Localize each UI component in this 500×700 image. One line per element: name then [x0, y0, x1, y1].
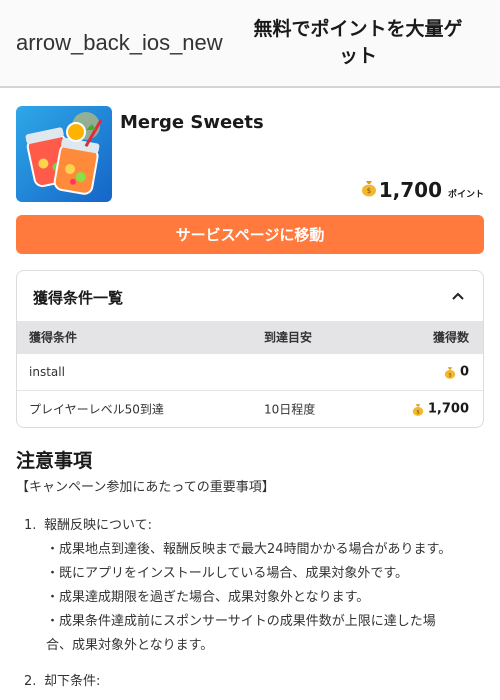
row-condition: install — [29, 365, 65, 379]
item-number: 2. — [24, 674, 37, 689]
list-item: 1. 報酬反映について: ・成果地点到達後、報酬反映まで最大24時間かかる場合が… — [24, 514, 484, 658]
money-bag-icon: $ — [444, 366, 456, 379]
note-bullet: ・成果地点到達後、報酬反映まで最大24時間かかる場合があります。 — [46, 542, 452, 557]
note-bullet: ・成果達成期限を過ぎた場合、成果対象外となります。 — [46, 590, 370, 605]
note-bullet: ・既にアプリをインストールしている場合、成果対象外です。 — [46, 566, 409, 581]
conditions-header[interactable]: 獲得条件一覧 — [17, 271, 483, 321]
svg-text:$: $ — [448, 372, 451, 378]
reward-amount: 1,700 — [378, 178, 442, 202]
table-row: プレイヤーレベル50到達 10日程度 $ 1,700 — [17, 390, 483, 427]
notes-title: 注意事項 — [16, 450, 93, 472]
back-arrow-icon[interactable]: arrow_back_ios_new — [16, 30, 223, 56]
notes-subtitle: 【キャンペーン参加にあたっての重要事項】 — [16, 480, 275, 495]
conditions-title: 獲得条件一覧 — [33, 289, 124, 307]
note-bullet: ・成果条件達成前にスポンサーサイトの成果件数が上限に達した場 — [46, 614, 436, 629]
header-condition: 獲得条件 — [29, 330, 78, 345]
row-points-value: 0 — [459, 364, 469, 380]
row-points-value: 1,700 — [427, 401, 469, 417]
header-points: 獲得数 — [432, 330, 469, 345]
page-title: 無料でポイントを大量ゲット — [253, 18, 463, 67]
table-header: 獲得条件 到達目安 獲得数 — [17, 321, 483, 353]
svg-text:$: $ — [416, 409, 419, 415]
item-label: 却下条件: — [44, 674, 101, 689]
money-bag-icon: $ — [412, 403, 424, 416]
conditions-card: 獲得条件一覧 獲得条件 到達目安 獲得数 install $ 0 プレイヤーレベ… — [16, 270, 484, 428]
svg-text:$: $ — [366, 187, 370, 195]
row-condition: プレイヤーレベル50到達 — [29, 402, 164, 417]
item-number: 1. — [24, 518, 37, 533]
app-summary: Merge Sweets $ 1,700 ポイント — [16, 106, 484, 202]
juice-jars-icon — [16, 106, 112, 202]
row-estimate: 10日程度 — [264, 402, 316, 417]
service-page-button[interactable]: サービスページに移動 — [16, 215, 484, 254]
reward-unit: ポイント — [447, 190, 484, 200]
note-bullet: 合、成果対象外となります。 — [46, 638, 214, 653]
chevron-up-icon[interactable] — [451, 289, 465, 303]
app-header: arrow_back_ios_new 無料でポイントを大量ゲット — [0, 0, 500, 88]
table-row: install $ 0 — [17, 353, 483, 390]
row-points: $ 0 — [444, 365, 469, 380]
list-item: 2. 却下条件: — [24, 670, 484, 694]
money-bag-icon: $ — [361, 181, 376, 197]
reward-points: $ 1,700 ポイント — [361, 178, 484, 202]
item-label: 報酬反映について: — [44, 518, 152, 533]
row-points: $ 1,700 — [412, 402, 469, 417]
header-estimate: 到達目安 — [264, 330, 313, 345]
app-name: Merge Sweets — [120, 112, 264, 133]
notes-list: 1. 報酬反映について: ・成果地点到達後、報酬反映まで最大24時間かかる場合が… — [24, 514, 484, 694]
